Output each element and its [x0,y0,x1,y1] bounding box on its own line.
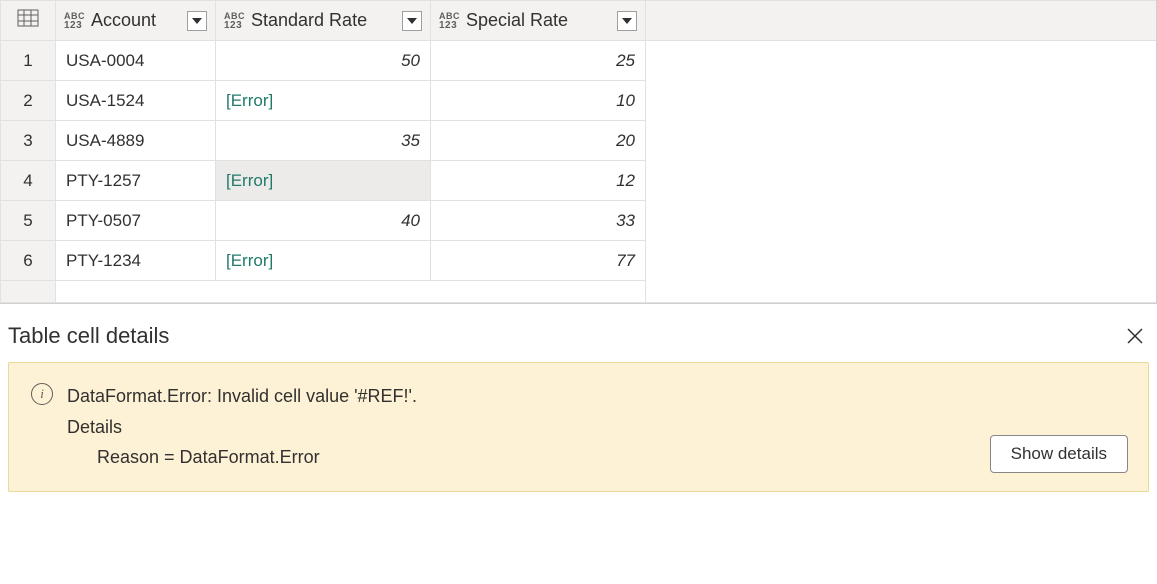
table-row[interactable]: 2USA-1524[Error]10 [1,81,1157,121]
column-header-filler [646,1,1157,41]
details-panel-title: Table cell details [8,323,169,349]
column-title: Special Rate [466,10,611,31]
cell-special-rate[interactable]: 33 [431,201,646,241]
column-title: Account [91,10,181,31]
cell-error[interactable]: [Error] [216,161,431,201]
cell-standard-rate[interactable]: 40 [216,201,431,241]
cell-account[interactable]: PTY-1234 [56,241,216,281]
row-number-empty [1,281,56,303]
cell-account[interactable]: USA-0004 [56,41,216,81]
error-message: DataFormat.Error: Invalid cell value '#R… [67,381,417,412]
table-row[interactable]: 3USA-48893520 [1,121,1157,161]
table-row[interactable]: 1USA-00045025 [1,41,1157,81]
data-grid: ABC 123 Account ABC 123 [0,0,1157,304]
filler-cell [646,121,1157,161]
type-any-icon: ABC 123 [439,11,460,31]
row-number[interactable]: 2 [1,81,56,121]
row-number[interactable]: 5 [1,201,56,241]
column-header-account[interactable]: ABC 123 Account [56,1,216,41]
filler-cell [646,281,1157,303]
filler-cell [646,161,1157,201]
filler-cell [646,241,1157,281]
cell-special-rate[interactable]: 20 [431,121,646,161]
cell-error[interactable]: [Error] [216,81,431,121]
cell-account[interactable]: USA-4889 [56,121,216,161]
select-all-corner[interactable] [1,1,56,41]
type-any-icon: ABC 123 [224,11,245,31]
row-number[interactable]: 4 [1,161,56,201]
table-row[interactable]: 6PTY-1234[Error]77 [1,241,1157,281]
row-number[interactable]: 1 [1,41,56,81]
close-icon [1127,328,1143,344]
cell-error[interactable]: [Error] [216,241,431,281]
cell-special-rate[interactable]: 25 [431,41,646,81]
table-row[interactable]: 4PTY-1257[Error]12 [1,161,1157,201]
cell-account[interactable]: USA-1524 [56,81,216,121]
table-row[interactable]: 5PTY-05074033 [1,201,1157,241]
error-reason: Reason = DataFormat.Error [67,442,417,473]
filter-button-standard-rate[interactable] [402,11,422,31]
filler-cell [646,81,1157,121]
column-header-standard-rate[interactable]: ABC 123 Standard Rate [216,1,431,41]
cell-standard-rate[interactable]: 35 [216,121,431,161]
cell-standard-rate[interactable]: 50 [216,41,431,81]
column-title: Standard Rate [251,10,396,31]
filter-button-special-rate[interactable] [617,11,637,31]
filter-button-account[interactable] [187,11,207,31]
filler-cell [646,201,1157,241]
cell-special-rate[interactable]: 12 [431,161,646,201]
filler-cell [646,41,1157,81]
type-any-icon: ABC 123 [64,11,85,31]
cell-special-rate[interactable]: 10 [431,81,646,121]
table-icon [17,9,39,27]
info-icon: i [31,383,53,405]
details-panel-header: Table cell details [0,304,1157,362]
show-details-button[interactable]: Show details [990,435,1128,473]
row-number[interactable]: 6 [1,241,56,281]
cell-account[interactable]: PTY-1257 [56,161,216,201]
empty-cell [56,281,646,303]
cell-account[interactable]: PTY-0507 [56,201,216,241]
cell-special-rate[interactable]: 77 [431,241,646,281]
row-number[interactable]: 3 [1,121,56,161]
spacer-row [1,281,1157,303]
error-details-label: Details [67,412,417,443]
close-button[interactable] [1121,322,1149,350]
error-details-panel: i DataFormat.Error: Invalid cell value '… [8,362,1149,492]
column-header-special-rate[interactable]: ABC 123 Special Rate [431,1,646,41]
